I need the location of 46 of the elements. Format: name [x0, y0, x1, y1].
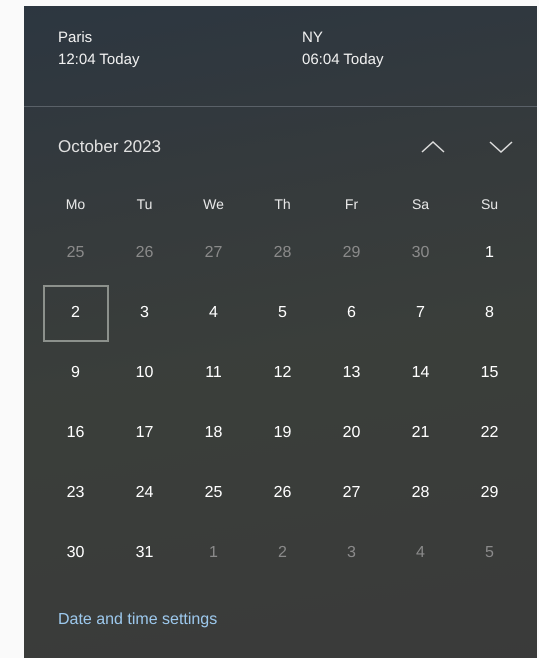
- calendar-day[interactable]: 22: [456, 404, 522, 462]
- month-title: October 2023: [58, 137, 162, 157]
- calendar-day[interactable]: 1: [456, 224, 522, 282]
- city-name: NY: [302, 28, 323, 48]
- calendar-day[interactable]: 5: [250, 284, 316, 342]
- weekday-label: Th: [274, 196, 291, 212]
- calendar-day[interactable]: 21: [388, 404, 454, 462]
- calendar-day[interactable]: 19: [250, 404, 316, 462]
- chevron-up-icon: [421, 141, 445, 153]
- calendar-day[interactable]: 28: [388, 464, 454, 522]
- calendar-day[interactable]: 27: [318, 464, 384, 522]
- calendar-day[interactable]: 29: [456, 464, 522, 522]
- city-name: Paris: [58, 28, 92, 48]
- calendar-day[interactable]: 17: [112, 404, 178, 462]
- calendar-day[interactable]: 3: [112, 284, 178, 342]
- calendar-day[interactable]: 2: [42, 284, 108, 342]
- calendar-day[interactable]: 25: [180, 464, 246, 522]
- calendar-day[interactable]: 13: [318, 344, 384, 402]
- calendar-day[interactable]: 12: [250, 344, 316, 402]
- clock-time: 12:04 Today: [58, 50, 140, 70]
- calendar-day[interactable]: 20: [318, 404, 384, 462]
- weekday-label: Su: [480, 196, 498, 212]
- calendar-day[interactable]: 24: [112, 464, 178, 522]
- weekday-label: We: [203, 196, 224, 212]
- calendar-day[interactable]: 9: [42, 344, 108, 402]
- calendar-day[interactable]: 31: [112, 524, 178, 582]
- calendar-day[interactable]: 7: [388, 284, 454, 342]
- weekday-label: Sa: [412, 196, 430, 212]
- chevron-down-icon: [489, 141, 513, 153]
- calendar-day[interactable]: 23: [42, 464, 108, 522]
- calendar-day[interactable]: 18: [180, 404, 246, 462]
- calendar-day[interactable]: 14: [388, 344, 454, 402]
- calendar-day[interactable]: 26: [250, 464, 316, 522]
- calendar-day[interactable]: 4: [180, 284, 246, 342]
- calendar-day[interactable]: 15: [456, 344, 522, 402]
- calendar-day[interactable]: 6: [318, 284, 384, 342]
- calendar-day[interactable]: 16: [42, 404, 108, 462]
- calendar-day[interactable]: 11: [180, 344, 246, 402]
- weekday-label: Mo: [66, 196, 86, 212]
- weekday-label: Fr: [344, 196, 358, 212]
- clock-time: 06:04 Today: [302, 50, 384, 70]
- settings-link[interactable]: Date and time settings: [58, 611, 218, 629]
- calendar-day[interactable]: 8: [456, 284, 522, 342]
- weekday-label: Tu: [136, 196, 152, 212]
- calendar-day[interactable]: 10: [112, 344, 178, 402]
- calendar-day[interactable]: 30: [42, 524, 108, 582]
